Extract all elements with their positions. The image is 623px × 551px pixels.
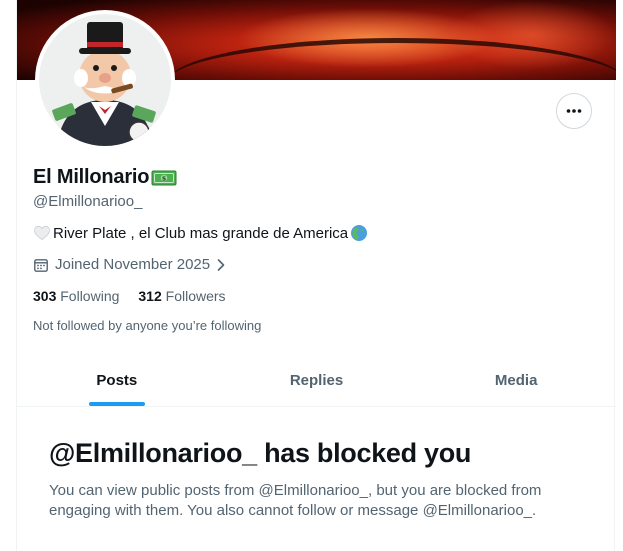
avatar-image [39,14,171,146]
more-horizontal-icon [566,109,582,113]
money-bill-icon: $ [151,170,177,185]
followers-count: 312 [138,288,162,304]
joined-date[interactable]: Joined November 2025 [33,256,226,273]
following-count: 303 [33,288,57,304]
white-heart-icon [34,225,50,240]
blocked-title: @Elmillonarioo_ has blocked you [49,438,472,468]
tab-media[interactable]: Media [416,354,616,406]
follow-stats: 303 Following 312 Followers [33,288,226,304]
active-tab-indicator [88,402,145,406]
user-handle: @Elmillonarioo_ [33,193,143,210]
following-link[interactable]: 303 Following [33,288,119,304]
tab-label: Posts [96,371,138,389]
tab-label: Replies [289,371,344,389]
not-followed-note: Not followed by anyone you’re following [33,318,262,333]
globe-americas-icon [351,225,368,241]
profile-tabs: Posts Replies Media [17,354,616,407]
tab-posts[interactable]: Posts [17,354,217,406]
more-options-button[interactable] [556,93,592,129]
display-name: El Millonario [33,166,150,188]
followers-label: Followers [165,288,226,304]
avatar[interactable] [35,10,175,150]
chevron-right-icon [217,258,225,271]
svg-text:$: $ [162,174,167,182]
tab-label: Media [494,371,538,389]
joined-text: Joined November 2025 [55,256,211,273]
calendar-icon [34,258,48,272]
name-row: El Millonario $ [33,166,177,189]
bio: River Plate , el Club mas grande de Amer… [33,224,368,242]
following-label: Following [60,288,120,304]
followers-link[interactable]: 312 Followers [138,288,225,304]
bio-text: River Plate , el Club mas grande de Amer… [53,224,349,242]
profile-column: El Millonario $ @Elmillonarioo_ River Pl… [16,0,616,551]
tab-replies[interactable]: Replies [217,354,417,406]
blocked-description: You can view public posts from @Elmillon… [49,482,542,519]
